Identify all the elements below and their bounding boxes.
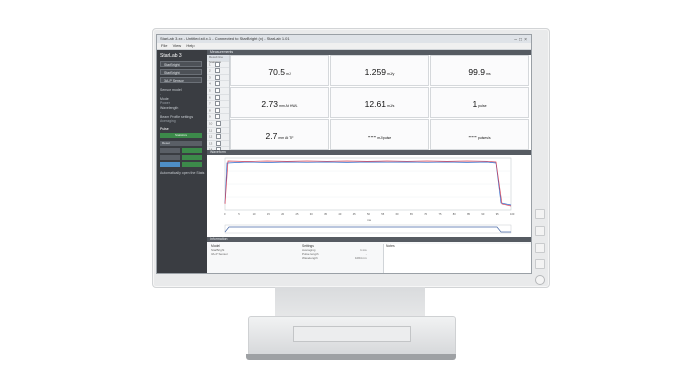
waveform-chart[interactable]: 0 5 10 15 20 25 30 35 40 45 50 55 60 65 70 75 80 85 90 95 10… bbox=[207, 155, 531, 237]
wavelength-label: Wavelength bbox=[160, 106, 179, 110]
measurement-cell-pulse[interactable]: 1pulse bbox=[430, 87, 529, 118]
device-item-3[interactable]: 3A-P Sensor bbox=[160, 77, 202, 83]
measurement-cell-tf[interactable]: 2.7mm At TF bbox=[230, 119, 329, 150]
measurement-row[interactable]: 11 bbox=[207, 127, 229, 135]
measurement-cell-hwl[interactable]: 2.73mm At HWL bbox=[230, 87, 329, 118]
x-tick-label: 45 bbox=[353, 212, 356, 216]
menu-help[interactable]: Help bbox=[186, 43, 194, 48]
x-tick-label: 25 bbox=[296, 212, 299, 216]
apply-button-1[interactable] bbox=[182, 148, 202, 153]
measurement-row[interactable]: 2 bbox=[207, 68, 229, 75]
x-tick-label: 70 bbox=[424, 212, 427, 216]
x-tick-label: 0 bbox=[224, 212, 226, 216]
x-tick-label: 100 bbox=[510, 212, 515, 216]
menu-bar: File View Help bbox=[157, 43, 531, 50]
info-values-col: 1 ms - 1064 nm bbox=[355, 244, 367, 260]
monitor-button-1[interactable] bbox=[535, 209, 545, 219]
x-axis-ticks: 0 5 10 15 20 25 30 35 40 45 50 55 60 65 70 75 80 85 90 95 10… bbox=[224, 212, 515, 216]
reset-dropdown[interactable]: Reset bbox=[160, 141, 202, 146]
measurement-cell-energy-per-pulse[interactable]: ---mJ/pulse bbox=[330, 119, 429, 150]
monitor-stand-foot bbox=[246, 354, 456, 360]
x-tick-label: 80 bbox=[453, 212, 456, 216]
wavelength-value: - bbox=[160, 110, 162, 114]
measurement-row[interactable]: 5 bbox=[207, 87, 229, 95]
measurement-row[interactable]: 1 bbox=[207, 61, 229, 69]
measurement-cell-fluence[interactable]: 1.259mJ/y bbox=[330, 55, 429, 86]
monitor-button-4[interactable] bbox=[535, 259, 545, 269]
information-panel: Model StarBright 3A-P Sensor Settings Av… bbox=[207, 242, 531, 273]
screen: StarLab 3.xx - Untitled.stl.x.1 - Connec… bbox=[156, 34, 532, 274]
info-setting-item: Wavelength bbox=[302, 256, 318, 260]
measurement-cell-rate[interactable]: 12.61mJ/s bbox=[330, 87, 429, 118]
measurement-cell-duration[interactable]: 99.9ms bbox=[430, 55, 529, 86]
x-tick-label: 95 bbox=[496, 212, 499, 216]
info-model-item: 3A-P Sensor bbox=[211, 252, 228, 256]
pulse-section-title: Pulse bbox=[160, 127, 169, 131]
device-item-1[interactable]: StarBright bbox=[160, 61, 202, 67]
x-tick-label: 90 bbox=[481, 212, 484, 216]
sensor-model-label: Sensor model bbox=[160, 88, 182, 92]
x-tick-label: 35 bbox=[324, 212, 327, 216]
x-tick-label: 30 bbox=[310, 212, 313, 216]
x-tick-label: 50 bbox=[367, 212, 370, 216]
device-item-2[interactable]: StarBright bbox=[160, 69, 202, 75]
x-tick-label: 75 bbox=[439, 212, 442, 216]
auto-open-checkbox[interactable]: Automatically open the Stats bbox=[160, 171, 204, 175]
input-field-2[interactable] bbox=[160, 155, 180, 160]
x-axis-unit: ms bbox=[367, 218, 371, 222]
measurement-grid: 70.5mJ 1.259mJ/y 99.9ms 2.73mm At HWL 12… bbox=[230, 55, 531, 150]
input-field-1[interactable] bbox=[160, 148, 180, 153]
window-title: StarLab 3.xx - Untitled.stl.x.1 - Connec… bbox=[160, 36, 290, 41]
x-tick-label: 5 bbox=[238, 212, 240, 216]
measurement-row[interactable]: 4 bbox=[207, 81, 229, 88]
x-tick-label: 85 bbox=[467, 212, 470, 216]
measurement-row[interactable]: 3 bbox=[207, 74, 229, 82]
monitor-stand-slot bbox=[293, 326, 411, 342]
measurement-cell-pulses-per-second[interactable]: ---pulses/s bbox=[430, 119, 529, 150]
sensor-model-value: - bbox=[160, 92, 162, 96]
x-tick-label: 10 bbox=[253, 212, 256, 216]
info-notes-col[interactable]: Notes bbox=[383, 244, 531, 273]
measurement-row[interactable]: 10 bbox=[207, 120, 229, 128]
power-icon[interactable] bbox=[535, 275, 545, 285]
info-notes-head: Notes bbox=[386, 244, 395, 248]
waveform-panel: 0 5 10 15 20 25 30 35 40 45 50 55 60 65 70 75 80 85 90 95 10… bbox=[207, 155, 531, 237]
monitor-stand-neck bbox=[275, 287, 425, 317]
monitor-button-3[interactable] bbox=[535, 243, 545, 253]
action-button-1[interactable] bbox=[160, 162, 180, 167]
measurement-row[interactable]: 7 bbox=[207, 101, 229, 108]
beam-settings-value: Averaging bbox=[160, 119, 176, 123]
info-settings-col: Settings Averaging Pulse length Waveleng… bbox=[302, 244, 319, 260]
measurement-list-header: Result line Statistics bbox=[207, 55, 229, 64]
measurement-row[interactable]: 13 bbox=[207, 140, 229, 148]
x-tick-label: 20 bbox=[281, 212, 284, 216]
x-tick-label: 60 bbox=[396, 212, 399, 216]
measurement-row[interactable]: 6 bbox=[207, 94, 229, 102]
x-tick-label: 15 bbox=[267, 212, 270, 216]
statistics-button[interactable]: Statistics bbox=[160, 133, 202, 138]
x-tick-label: 65 bbox=[410, 212, 413, 216]
timeline-strip[interactable] bbox=[224, 224, 512, 234]
sidebar-title: StarLab 3 bbox=[160, 53, 182, 59]
measurement-row[interactable]: 12 bbox=[207, 134, 229, 141]
action-button-2[interactable] bbox=[182, 162, 202, 167]
mode-value: Power bbox=[160, 101, 170, 105]
measurement-cell-energy[interactable]: 70.5mJ bbox=[230, 55, 329, 86]
apply-button-2[interactable] bbox=[182, 155, 202, 160]
info-model-col: Model StarBright 3A-P Sensor bbox=[211, 244, 228, 256]
app-titlebar: StarLab 3.xx - Untitled.stl.x.1 - Connec… bbox=[157, 35, 531, 43]
menu-file[interactable]: File bbox=[161, 43, 167, 48]
x-tick-label: 55 bbox=[381, 212, 384, 216]
info-setting-value: 1064 nm bbox=[355, 256, 367, 260]
measurement-row[interactable]: 8 bbox=[207, 107, 229, 115]
measurement-row[interactable]: 9 bbox=[207, 114, 229, 121]
x-tick-label: 40 bbox=[338, 212, 341, 216]
measurement-list: Result line Statistics 1 2 3 4 5 6 7 8 9… bbox=[207, 55, 230, 161]
sidebar: StarLab 3 StarBright StarBright 3A-P Sen… bbox=[157, 50, 207, 273]
menu-view[interactable]: View bbox=[173, 43, 182, 48]
monitor-button-2[interactable] bbox=[535, 226, 545, 236]
